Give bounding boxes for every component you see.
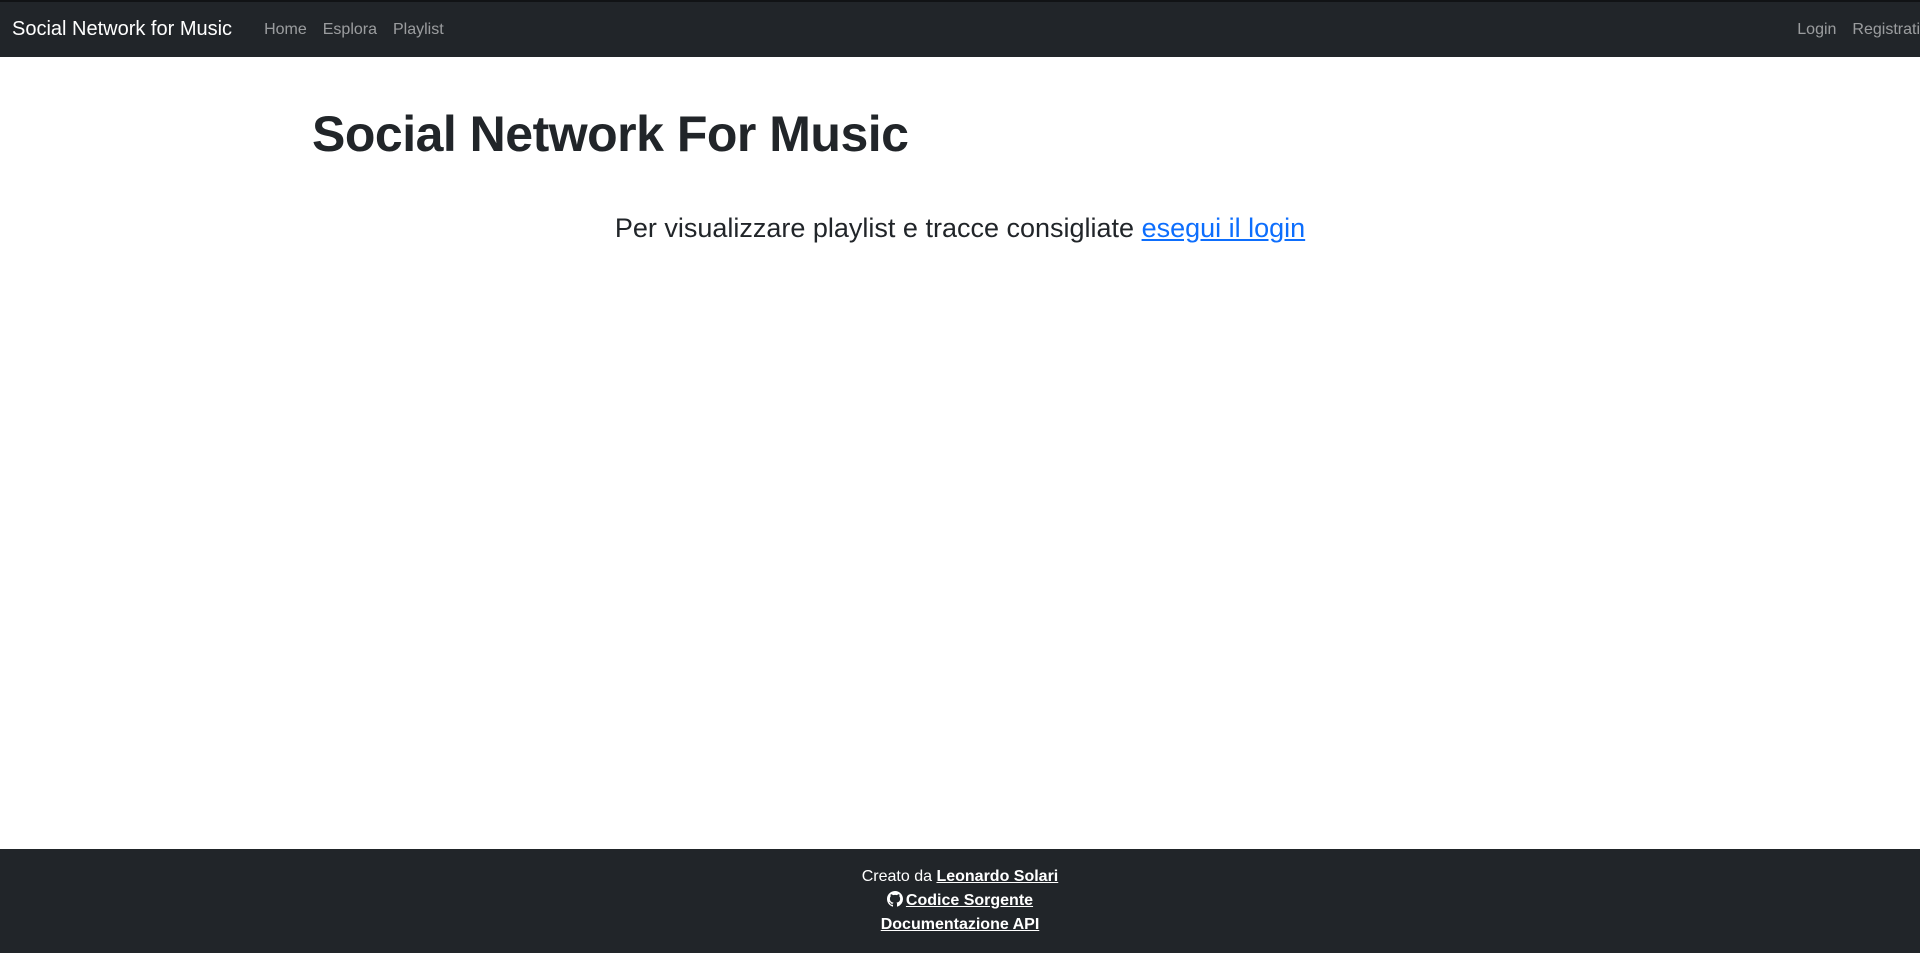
footer-created-prefix: Creato da — [861, 868, 937, 885]
nav-left: Home Esplora Playlist — [256, 13, 452, 47]
footer: Creato da Leonardo Solari Codice Sorgent… — [0, 849, 1920, 953]
nav-right: Login Registrati — [1789, 13, 1920, 47]
nav-item-home[interactable]: Home — [256, 13, 315, 47]
login-link[interactable]: esegui il login — [1142, 213, 1306, 243]
navbar-brand[interactable]: Social Network for Music — [12, 18, 232, 41]
source-code-link[interactable]: Codice Sorgente — [906, 892, 1033, 909]
nav-item-esplora[interactable]: Esplora — [315, 13, 385, 47]
api-docs-link[interactable]: Documentazione API — [881, 916, 1040, 933]
footer-api: Documentazione API — [0, 913, 1920, 937]
page: Social Network for Music Home Esplora Pl… — [0, 0, 1920, 953]
login-notice: Per visualizzare playlist e tracce consi… — [312, 212, 1608, 244]
navbar: Social Network for Music Home Esplora Pl… — [0, 0, 1920, 57]
author-link[interactable]: Leonardo Solari — [936, 868, 1058, 885]
main-content: Social Network For Music Per visualizzar… — [312, 57, 1608, 271]
footer-source: Codice Sorgente — [0, 889, 1920, 913]
nav-item-registrati[interactable]: Registrati — [1844, 13, 1920, 47]
page-title: Social Network For Music — [312, 106, 909, 162]
login-notice-text: Per visualizzare playlist e tracce consi… — [614, 213, 1142, 243]
footer-credits: Creato da Leonardo Solari — [0, 865, 1920, 889]
nav-item-playlist[interactable]: Playlist — [385, 13, 452, 47]
nav-item-login[interactable]: Login — [1789, 13, 1844, 47]
github-icon — [886, 891, 903, 907]
